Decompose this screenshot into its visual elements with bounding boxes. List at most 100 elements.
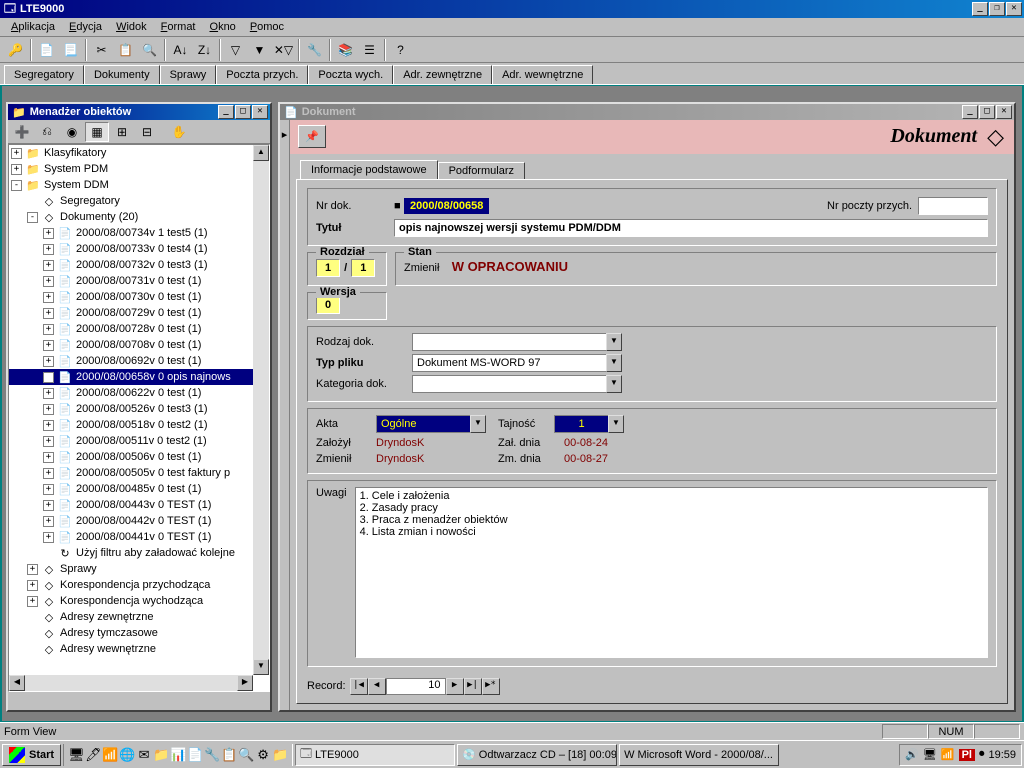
tray-icon-4[interactable]: ⏺ <box>979 748 985 761</box>
tree-item[interactable]: +📄2000/08/00505v 0 test faktury p <box>9 465 253 481</box>
tree-item[interactable]: -📁System DDM <box>9 177 253 193</box>
tree-item[interactable]: +📄2000/08/00734v 1 test5 (1) <box>9 225 253 241</box>
objmgr-btn6[interactable]: ⊟ <box>135 122 159 142</box>
filter-off-icon[interactable]: ✕▽ <box>272 39 295 61</box>
tab-poczta-wych[interactable]: Poczta wych. <box>308 65 393 84</box>
input-nrpoczty[interactable] <box>918 197 988 215</box>
start-button[interactable]: Start <box>2 744 61 766</box>
chevron-down-icon[interactable]: ▼ <box>606 354 622 372</box>
tab-segregatory[interactable]: Segregatory <box>4 65 84 84</box>
tree-item[interactable]: +📄2000/08/00506v 0 test (1) <box>9 449 253 465</box>
filter2-icon[interactable]: ▼ <box>248 39 271 61</box>
copy-icon[interactable]: 📋 <box>114 39 137 61</box>
chevron-down-icon[interactable]: ▼ <box>606 333 622 351</box>
tree-item[interactable]: +📄2000/08/00441v 0 TEST (1) <box>9 529 253 545</box>
tree-item[interactable]: -◇Dokumenty (20) <box>9 209 253 225</box>
restore-button[interactable]: ❐ <box>989 2 1005 16</box>
ql-icon-13[interactable]: 📁 <box>272 747 288 763</box>
objmgr-close[interactable]: ✕ <box>252 105 268 119</box>
tree-item[interactable]: +📄2000/08/00731v 0 test (1) <box>9 273 253 289</box>
ql-icon-6[interactable]: 📁 <box>153 747 169 763</box>
ql-icon-7[interactable]: 📊 <box>170 747 186 763</box>
scroll-right-icon[interactable]: ▶ <box>237 675 253 691</box>
cut-icon[interactable]: ✂ <box>90 39 113 61</box>
ql-icon-5[interactable]: ✉ <box>136 747 152 763</box>
tray-icon-2[interactable]: 🖥 <box>923 748 937 761</box>
tab-adr-wew[interactable]: Adr. wewnętrzne <box>492 65 593 84</box>
combo-kategoria[interactable]: ▼ <box>412 375 622 393</box>
menu-format[interactable]: Format <box>154 19 203 35</box>
book-icon[interactable]: 📚 <box>334 39 357 61</box>
tree-item[interactable]: +◇Korespondencja wychodząca <box>9 593 253 609</box>
tree-item[interactable]: +📄2000/08/00658v 0 opis najnows <box>9 369 253 385</box>
tree-item[interactable]: +📄2000/08/00729v 0 test (1) <box>9 305 253 321</box>
tree-item[interactable]: +📄2000/08/00518v 0 test2 (1) <box>9 417 253 433</box>
tree-item[interactable]: +📄2000/08/00708v 0 test (1) <box>9 337 253 353</box>
tab-dokumenty[interactable]: Dokumenty <box>84 65 160 84</box>
filter-icon[interactable]: ▽ <box>224 39 247 61</box>
ql-icon-2[interactable]: 🖊 <box>85 747 101 763</box>
scroll-up-icon[interactable]: ▲ <box>253 145 269 161</box>
taskbar-task[interactable]: 🗔LTE9000 <box>295 744 455 766</box>
combo-typ[interactable]: Dokument MS-WORD 97▼ <box>412 354 622 372</box>
ql-icon-12[interactable]: ⚙ <box>255 747 271 763</box>
tree-item[interactable]: +📄2000/08/00526v 0 test3 (1) <box>9 401 253 417</box>
menu-aplikacja[interactable]: Aplikacja <box>4 19 62 35</box>
chevron-down-icon[interactable]: ▼ <box>608 415 624 433</box>
doc2-icon[interactable]: 📃 <box>59 39 82 61</box>
tree-item[interactable]: +📄2000/08/00443v 0 TEST (1) <box>9 497 253 513</box>
tree-item[interactable]: +📄2000/08/00733v 0 test4 (1) <box>9 241 253 257</box>
menu-widok[interactable]: Widok <box>109 19 154 35</box>
nav-prev[interactable]: ◀ <box>368 678 386 695</box>
sort-desc-icon[interactable]: Z↓ <box>193 39 216 61</box>
ql-icon-4[interactable]: 🌐 <box>119 747 135 763</box>
tree-item[interactable]: ◇Segregatory <box>9 193 253 209</box>
ql-icon-9[interactable]: 🔧 <box>204 747 220 763</box>
doc-maximize[interactable]: □ <box>979 105 995 119</box>
binoculars-icon[interactable]: 🔍 <box>138 39 161 61</box>
tree-vscroll[interactable]: ▲ ▼ <box>253 145 269 675</box>
tree-item[interactable]: +◇Sprawy <box>9 561 253 577</box>
doc1-icon[interactable]: 📄 <box>35 39 58 61</box>
scroll-left-icon[interactable]: ◀ <box>9 675 25 691</box>
doc-close[interactable]: ✕ <box>996 105 1012 119</box>
tree-item[interactable]: ↻Użyj filtru aby załadować kolejne <box>9 545 253 561</box>
tree-item[interactable]: +📁System PDM <box>9 161 253 177</box>
taskbar-task[interactable]: WMicrosoft Word - 2000/08/... <box>619 744 779 766</box>
ql-icon-1[interactable]: 🖥 <box>68 747 84 763</box>
combo-akta[interactable]: Ogólne▼ <box>376 415 486 433</box>
chevron-down-icon[interactable]: ▼ <box>606 375 622 393</box>
nav-new[interactable]: ▶* <box>482 678 500 695</box>
tree-item[interactable]: +📄2000/08/00511v 0 test2 (1) <box>9 433 253 449</box>
tree-item[interactable]: +📄2000/08/00730v 0 test (1) <box>9 289 253 305</box>
input-tytul[interactable]: opis najnowszej wersji systemu PDM/DDM <box>394 219 988 237</box>
tab-sprawy[interactable]: Sprawy <box>160 65 217 84</box>
tool-a-icon[interactable]: 🔧 <box>303 39 326 61</box>
doc-header-btn[interactable]: 📌 <box>298 125 326 148</box>
tree-item[interactable]: +📄2000/08/00485v 0 test (1) <box>9 481 253 497</box>
taskbar-task[interactable]: 💿Odtwarzacz CD – [18] 00:09 <box>457 744 617 766</box>
tree-item[interactable]: ◇Adresy wewnętrzne <box>9 641 253 657</box>
tab-info-podst[interactable]: Informacje podstawowe <box>300 160 438 179</box>
tree-item[interactable]: +📄2000/08/00622v 0 test (1) <box>9 385 253 401</box>
objmgr-btn1[interactable]: ➕ <box>10 122 34 142</box>
ql-icon-3[interactable]: 📶 <box>102 747 118 763</box>
tree-item[interactable]: +📄2000/08/00442v 0 TEST (1) <box>9 513 253 529</box>
key-icon[interactable]: 🔑 <box>4 39 27 61</box>
objmgr-btn4[interactable]: ▦ <box>85 122 109 142</box>
combo-rodzaj[interactable]: ▼ <box>412 333 622 351</box>
chevron-down-icon[interactable]: ▼ <box>470 415 486 433</box>
nav-last[interactable]: ▶| <box>464 678 482 695</box>
tree-item[interactable]: +📁Klasyfikatory <box>9 145 253 161</box>
tree-item[interactable]: ◇Adresy zewnętrzne <box>9 609 253 625</box>
tab-poczta-przych[interactable]: Poczta przych. <box>216 65 308 84</box>
combo-tajnosc[interactable]: 1▼ <box>554 415 624 433</box>
list-icon[interactable]: ☰ <box>358 39 381 61</box>
objmgr-btn5[interactable]: ⊞ <box>110 122 134 142</box>
menu-pomoc[interactable]: Pomoc <box>243 19 291 35</box>
tab-podformularz[interactable]: Podformularz <box>438 162 525 179</box>
objmgr-btn7[interactable]: ✋ <box>167 122 191 142</box>
tray-lang[interactable]: Pl <box>959 749 975 761</box>
objmgr-maximize[interactable]: □ <box>235 105 251 119</box>
minimize-button[interactable]: _ <box>972 2 988 16</box>
